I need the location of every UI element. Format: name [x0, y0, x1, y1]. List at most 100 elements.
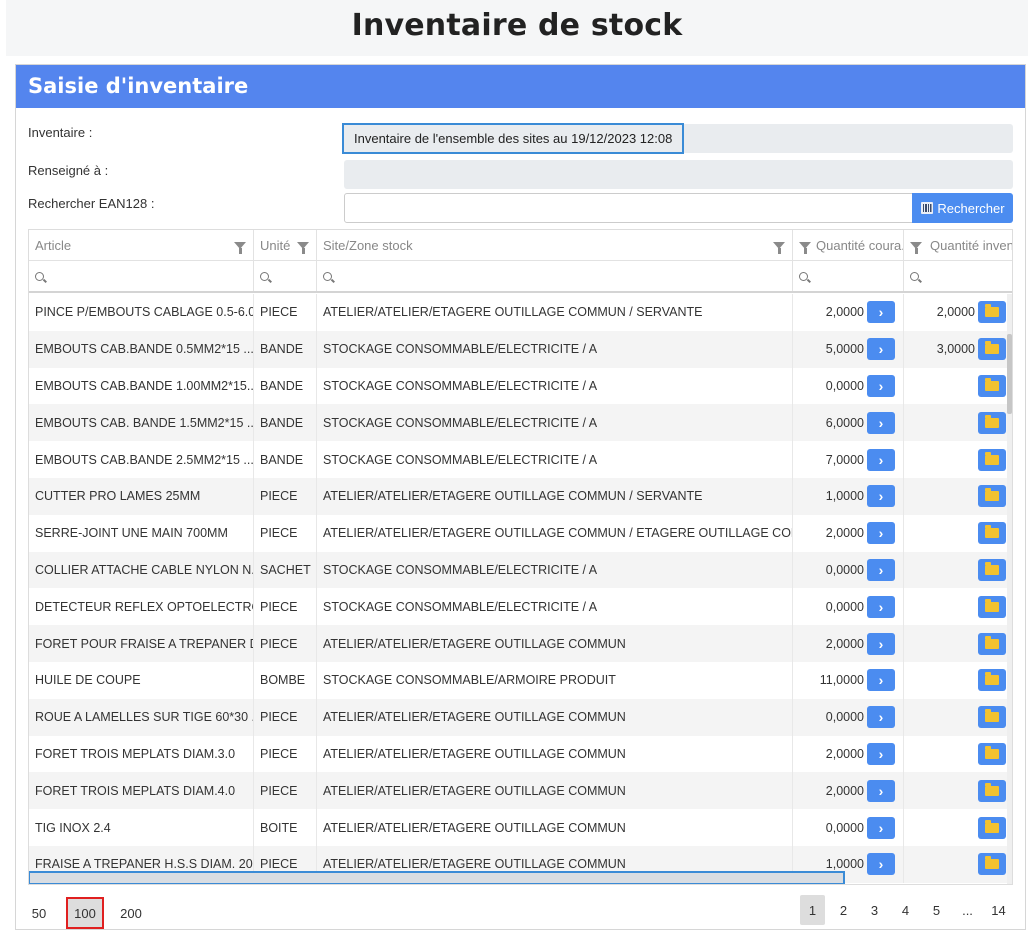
- folder-icon[interactable]: [978, 522, 1006, 545]
- table-row[interactable]: CUTTER PRO LAMES 25MM PIECE ATELIER/ATELIE…: [29, 478, 1012, 515]
- cell-qte-inventaire[interactable]: [904, 625, 1012, 662]
- chevron-right-icon[interactable]: ›: [867, 374, 895, 397]
- folder-icon[interactable]: [978, 448, 1006, 471]
- table-row[interactable]: PINCE P/EMBOUTS CABLAGE 0.5-6.0... PIECE A…: [29, 294, 1012, 331]
- col-header-qte-courante[interactable]: Quantité coura.: [793, 230, 904, 260]
- vertical-scrollbar-thumb[interactable]: [1007, 334, 1012, 414]
- table-row[interactable]: EMBOUTS CAB.BANDE 0.5MM2*15 ... BANDE STOC…: [29, 330, 1012, 368]
- chevron-right-icon[interactable]: ›: [867, 301, 895, 324]
- filter-unite[interactable]: [254, 261, 317, 291]
- chevron-right-icon[interactable]: ›: [867, 669, 895, 692]
- page-size-option[interactable]: 100: [66, 897, 104, 929]
- cell-qte-inventaire[interactable]: 3,0000: [904, 331, 1012, 368]
- cell-qte-inventaire[interactable]: [904, 404, 1012, 441]
- cell-qte-inventaire[interactable]: [904, 515, 1012, 552]
- cell-qte-inventaire[interactable]: [904, 699, 1012, 736]
- folder-icon[interactable]: [978, 301, 1006, 324]
- funnel-icon[interactable]: [297, 241, 309, 254]
- folder-icon[interactable]: [978, 669, 1006, 692]
- folder-icon[interactable]: [978, 706, 1006, 729]
- page-link[interactable]: 2: [831, 895, 856, 925]
- table-row[interactable]: EMBOUTS CAB.BANDE 1.00MM2*15... BANDE STOC…: [29, 367, 1012, 405]
- cell-qte-inventaire[interactable]: [904, 736, 1012, 773]
- cell-qte-inventaire[interactable]: [904, 662, 1012, 699]
- cell-unite: PIECE: [254, 698, 317, 736]
- page-link[interactable]: 5: [924, 895, 949, 925]
- cell-qte-inventaire[interactable]: [904, 441, 1012, 478]
- chevron-right-icon[interactable]: ›: [867, 411, 895, 434]
- col-header-qte-inventaire[interactable]: Quantité inven: [904, 230, 1012, 260]
- page-size-option[interactable]: 50: [20, 897, 58, 929]
- chevron-right-icon[interactable]: ›: [867, 779, 895, 802]
- folder-icon[interactable]: [978, 632, 1006, 655]
- inventaire-field[interactable]: Inventaire de l'ensemble des sites au 19…: [342, 123, 1013, 154]
- ean-search-input[interactable]: [344, 193, 913, 223]
- chevron-right-icon[interactable]: ›: [867, 632, 895, 655]
- page-size-option[interactable]: 200: [112, 897, 150, 929]
- vertical-scrollbar[interactable]: [1007, 294, 1012, 884]
- qte-inventaire-value[interactable]: 2,0000: [937, 305, 975, 319]
- table-row[interactable]: ROUE A LAMELLES SUR TIGE 60*30 ... PIECE A…: [29, 698, 1012, 736]
- table-row[interactable]: EMBOUTS CAB. BANDE 1.5MM2*15 ... BANDE STO…: [29, 404, 1012, 442]
- cell-qte-inventaire[interactable]: [904, 478, 1012, 515]
- cell-qte-inventaire[interactable]: [904, 588, 1012, 625]
- col-header-site[interactable]: Site/Zone stock: [317, 230, 793, 260]
- funnel-icon[interactable]: [234, 241, 246, 254]
- page-link[interactable]: 14: [986, 895, 1011, 925]
- col-header-unite[interactable]: Unité: [254, 230, 317, 260]
- horizontal-scrollbar[interactable]: [29, 871, 845, 884]
- cell-qte-inventaire[interactable]: [904, 809, 1012, 846]
- cell-qte-inventaire[interactable]: [904, 552, 1012, 589]
- chevron-right-icon[interactable]: ›: [867, 742, 895, 765]
- folder-icon[interactable]: [978, 816, 1006, 839]
- chevron-right-icon[interactable]: ›: [867, 706, 895, 729]
- filter-qte-inventaire[interactable]: [904, 261, 1012, 291]
- cell-qte-inventaire[interactable]: [904, 368, 1012, 405]
- qte-inventaire-value[interactable]: 3,0000: [937, 342, 975, 356]
- chevron-right-icon[interactable]: ›: [867, 522, 895, 545]
- folder-icon[interactable]: [978, 558, 1006, 581]
- cell-qte-inventaire[interactable]: 2,0000: [904, 294, 1012, 331]
- folder-icon[interactable]: [978, 411, 1006, 434]
- table-row[interactable]: FORET POUR FRAISE A TREPANER D... PIECE AT…: [29, 625, 1012, 662]
- funnel-icon[interactable]: [799, 241, 811, 254]
- folder-icon[interactable]: [978, 374, 1006, 397]
- inventaire-value[interactable]: Inventaire de l'ensemble des sites au 19…: [342, 123, 685, 154]
- table-row[interactable]: COLLIER ATTACHE CABLE NYLON N... SACHET ST…: [29, 551, 1012, 589]
- table-row[interactable]: TIG INOX 2.4 BOITE ATELIER/ATELIER/ETAGERE…: [29, 809, 1012, 846]
- chevron-right-icon[interactable]: ›: [867, 853, 895, 876]
- table-row[interactable]: DETECTEUR REFLEX OPTOELECTRO... PIECE STOC…: [29, 588, 1012, 626]
- col-header-article[interactable]: Article: [29, 230, 254, 260]
- chevron-right-icon[interactable]: ›: [867, 816, 895, 839]
- page-link[interactable]: 4: [893, 895, 918, 925]
- cell-qte-courante: 5,0000 ›: [793, 330, 904, 368]
- table-row[interactable]: EMBOUTS CAB.BANDE 2.5MM2*15 ... BANDE STOC…: [29, 441, 1012, 478]
- renseigne-field[interactable]: [344, 160, 1013, 189]
- folder-icon[interactable]: [978, 779, 1006, 802]
- cell-article: TIG INOX 2.4: [29, 809, 254, 846]
- funnel-icon[interactable]: [910, 241, 922, 254]
- filter-site[interactable]: [317, 261, 793, 291]
- folder-icon[interactable]: [978, 742, 1006, 765]
- folder-icon[interactable]: [978, 485, 1006, 508]
- page-link[interactable]: 1: [800, 895, 825, 925]
- cell-qte-inventaire[interactable]: [904, 772, 1012, 809]
- chevron-right-icon[interactable]: ›: [867, 338, 895, 361]
- table-row[interactable]: HUILE DE COUPE BOMBE STOCKAGE CONSOMMABLE/…: [29, 662, 1012, 699]
- funnel-icon[interactable]: [773, 241, 785, 254]
- filter-qte-courante[interactable]: [793, 261, 904, 291]
- chevron-right-icon[interactable]: ›: [867, 595, 895, 618]
- table-row[interactable]: SERRE-JOINT UNE MAIN 700MM PIECE ATELIER/A…: [29, 514, 1012, 552]
- folder-icon[interactable]: [978, 853, 1006, 876]
- search-button[interactable]: Rechercher: [912, 193, 1013, 223]
- table-row[interactable]: FORET TROIS MEPLATS DIAM.3.0 PIECE ATELIER…: [29, 735, 1012, 773]
- cell-qte-inventaire[interactable]: [904, 846, 1012, 883]
- chevron-right-icon[interactable]: ›: [867, 448, 895, 471]
- page-link[interactable]: 3: [862, 895, 887, 925]
- chevron-right-icon[interactable]: ›: [867, 558, 895, 581]
- filter-article[interactable]: [29, 261, 254, 291]
- folder-icon[interactable]: [978, 338, 1006, 361]
- folder-icon[interactable]: [978, 595, 1006, 618]
- chevron-right-icon[interactable]: ›: [867, 485, 895, 508]
- table-row[interactable]: FORET TROIS MEPLATS DIAM.4.0 PIECE ATELIER…: [29, 772, 1012, 810]
